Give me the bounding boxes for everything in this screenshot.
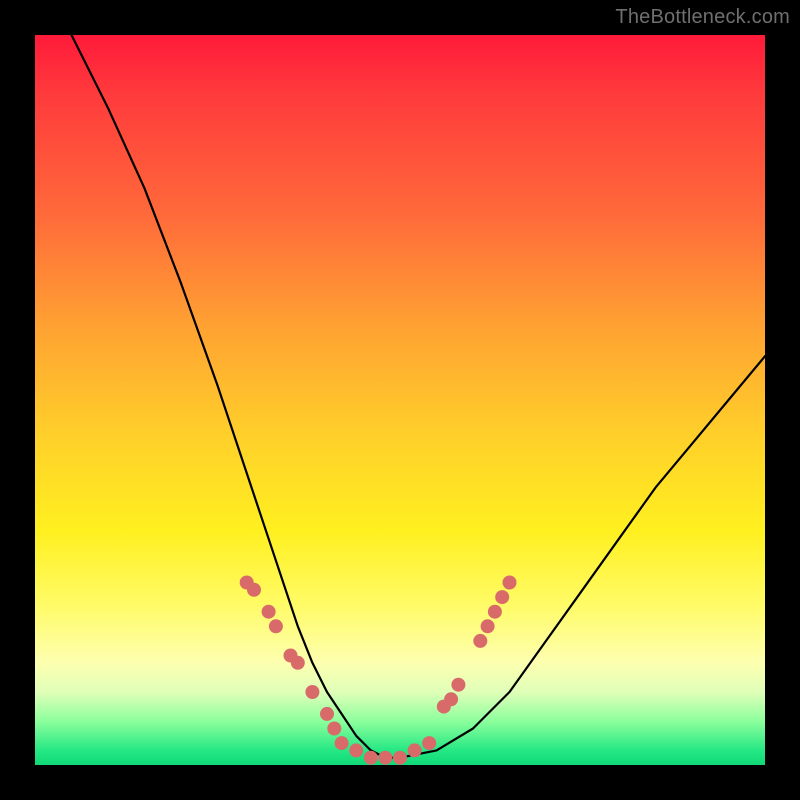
marker-dot: [422, 736, 436, 750]
marker-dot: [247, 583, 261, 597]
chart-stage: TheBottleneck.com: [0, 0, 800, 800]
plot-area: [35, 35, 765, 765]
marker-dot: [473, 634, 487, 648]
marker-dot: [320, 707, 334, 721]
marker-dot: [408, 743, 422, 757]
watermark-text: TheBottleneck.com: [615, 6, 790, 29]
marker-dot: [291, 656, 305, 670]
marker-dot: [451, 678, 465, 692]
marker-dot: [444, 692, 458, 706]
marker-dot: [481, 619, 495, 633]
marker-dots: [240, 576, 517, 765]
bottleneck-curve: [72, 35, 766, 758]
marker-dot: [305, 685, 319, 699]
marker-dot: [364, 751, 378, 765]
marker-dot: [262, 605, 276, 619]
marker-dot: [335, 736, 349, 750]
chart-svg: [35, 35, 765, 765]
marker-dot: [327, 722, 341, 736]
marker-dot: [349, 743, 363, 757]
marker-dot: [488, 605, 502, 619]
marker-dot: [495, 590, 509, 604]
marker-dot: [503, 576, 517, 590]
marker-dot: [393, 751, 407, 765]
marker-dot: [378, 751, 392, 765]
marker-dot: [269, 619, 283, 633]
